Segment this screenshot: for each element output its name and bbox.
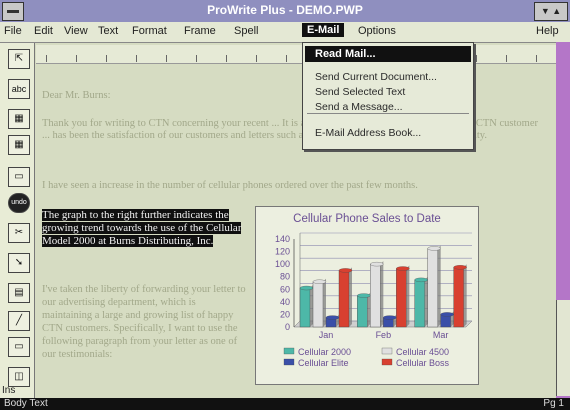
- bar: [312, 281, 324, 328]
- menu-text[interactable]: Text: [98, 25, 118, 37]
- status-style: Body Text: [4, 398, 48, 409]
- menu-email[interactable]: E-Mail: [302, 23, 345, 37]
- y-tick-label: 40: [280, 297, 290, 307]
- toolbox: ⇱ abc ▦ ▦ ▭ undo ✂ ➘ ▤ ╱ ▭ ◫ Ins: [0, 43, 35, 398]
- select-arrow-icon[interactable]: ⇱: [8, 49, 30, 69]
- bar-top: [312, 279, 327, 284]
- ruler: [36, 45, 556, 64]
- menu-item-send-selected[interactable]: Send Selected Text: [315, 86, 405, 98]
- scissors-icon[interactable]: ✂: [8, 223, 30, 243]
- x-tick-label: Jan: [319, 330, 334, 340]
- text-tool-icon[interactable]: abc: [8, 79, 30, 99]
- bar: [357, 295, 368, 328]
- y-tick-label: 100: [275, 259, 290, 269]
- x-tick-label: Mar: [433, 330, 449, 340]
- status-page: Pg 1: [543, 398, 564, 409]
- menu-view[interactable]: View: [64, 25, 88, 37]
- bar-side: [424, 276, 428, 327]
- bar-top: [370, 261, 384, 267]
- y-tick-label: 120: [275, 247, 290, 257]
- bar-top: [414, 277, 428, 283]
- bar-top: [440, 312, 454, 317]
- y-tick-label: 0: [285, 322, 290, 332]
- bar-top: [453, 265, 467, 270]
- minimize-maximize-buttons[interactable]: ▼ ▲: [534, 2, 568, 21]
- app-window: ProWrite Plus - DEMO.PWP ▼ ▲ File Edit V…: [0, 0, 570, 410]
- bar: [427, 248, 438, 328]
- menu-spell[interactable]: Spell: [234, 25, 258, 37]
- bar-top: [357, 293, 371, 298]
- bar-side: [367, 292, 371, 327]
- menu-separator: [307, 113, 469, 114]
- menu-help[interactable]: Help: [536, 25, 559, 37]
- frame-add-icon-2[interactable]: ▦: [8, 135, 30, 155]
- bar-chart: 0 20 40 60 80 100 120 140 Jan Feb Mar Cellular 2000…: [275, 232, 473, 368]
- bar: [370, 263, 381, 328]
- legend-swatch: [381, 358, 393, 366]
- legend-swatch: [381, 347, 393, 355]
- bar: [396, 268, 407, 328]
- selected-text[interactable]: The graph to the right further indicates…: [42, 209, 242, 248]
- legend-label: Cellular 2000: [298, 347, 351, 357]
- arrow-tool-icon[interactable]: ➘: [8, 253, 30, 273]
- insert-mode-indicator: Ins: [2, 385, 16, 396]
- menu-item-send-document[interactable]: Send Current Document...: [315, 71, 437, 83]
- window-title: ProWrite Plus - DEMO.PWP: [207, 3, 363, 17]
- bar-side: [437, 245, 441, 327]
- menu-item-send-message[interactable]: Send a Message...: [315, 101, 403, 113]
- email-menu-dropdown: Read Mail... Send Current Document... Se…: [302, 42, 474, 150]
- paragraph-2: I have seen a increase in the number of …: [42, 180, 418, 191]
- legend-label: Cellular Boss: [396, 358, 450, 368]
- menu-frame[interactable]: Frame: [184, 25, 216, 37]
- page-nav-icon[interactable]: ◫: [8, 367, 30, 387]
- paragraph-3: I've taken the liberty of forwarding you…: [42, 284, 246, 360]
- title-bar: ProWrite Plus - DEMO.PWP ▼ ▲: [0, 0, 570, 22]
- undo-icon[interactable]: undo: [8, 193, 30, 213]
- y-tick-label: 80: [280, 272, 290, 282]
- menu-edit[interactable]: Edit: [34, 25, 53, 37]
- menu-file[interactable]: File: [4, 25, 22, 37]
- bar-top: [396, 266, 410, 271]
- menu-item-address-book[interactable]: E-Mail Address Book...: [315, 127, 421, 139]
- status-bar: Body Text Pg 1: [0, 398, 570, 410]
- menu-bar: File Edit View Text Format Frame Spell E…: [0, 22, 570, 43]
- y-tick-label: 20: [280, 309, 290, 319]
- bar-top: [383, 315, 397, 320]
- bar: [414, 279, 425, 328]
- menu-item-read-mail[interactable]: Read Mail...: [305, 46, 471, 62]
- highlighted-paragraph: The graph to the right further indicates…: [42, 209, 242, 247]
- bar-side: [310, 285, 313, 327]
- x-tick-label: Feb: [376, 330, 392, 340]
- line-tool-icon[interactable]: ╱: [8, 311, 30, 331]
- chart-frame[interactable]: Cellular Phone Sales to Date 0 20 40 60 80 10…: [255, 206, 479, 385]
- y-tick-label: 60: [280, 284, 290, 294]
- menu-options[interactable]: Options: [358, 25, 396, 37]
- bar-top: [299, 285, 314, 291]
- legend-swatch: [283, 358, 295, 366]
- y-tick-label: 140: [275, 234, 290, 244]
- bar-side: [406, 265, 410, 327]
- menu-format[interactable]: Format: [132, 25, 167, 37]
- legend-label: Cellular 4500: [396, 347, 449, 357]
- salutation: Dear Mr. Burns:: [42, 90, 111, 101]
- bar-side: [349, 267, 352, 327]
- bar-top: [427, 246, 441, 251]
- frame-add-icon[interactable]: ▦: [8, 109, 30, 129]
- bar-top: [338, 268, 353, 273]
- bar: [453, 267, 464, 328]
- rectangle-tool-icon[interactable]: ▭: [8, 337, 30, 357]
- page-icon[interactable]: ▭: [8, 167, 30, 187]
- legend-swatch: [283, 347, 295, 355]
- bar: [338, 270, 350, 328]
- bar-side: [323, 278, 326, 327]
- bar-side: [463, 264, 467, 327]
- bar-side: [380, 261, 384, 327]
- vertical-scrollbar[interactable]: [556, 300, 570, 396]
- bar-top: [325, 315, 340, 320]
- bar: [299, 287, 311, 328]
- legend-label: Cellular Elite: [298, 358, 349, 368]
- grid-tool-icon[interactable]: ▤: [8, 283, 30, 303]
